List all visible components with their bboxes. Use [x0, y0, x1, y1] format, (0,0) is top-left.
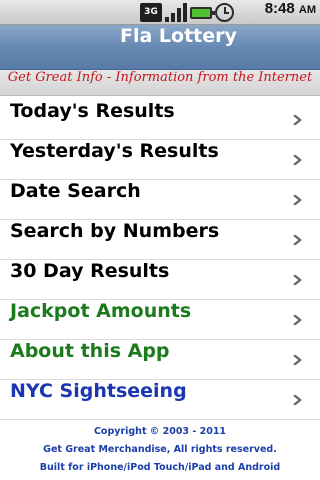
menu-item-label: NYC Sightseeing [10, 380, 187, 402]
platform-text: Built for iPhone/iPod Touch/iPad and And… [39, 462, 281, 473]
chevron-right-icon [293, 195, 302, 205]
chevron-right-icon [293, 275, 302, 285]
menu-item-label: Yesterday's Results [10, 140, 219, 162]
title-bar: Fla Lottery [0, 25, 320, 70]
status-bar: 3G 8:48 AM [0, 0, 320, 25]
signal-strength-icon [165, 3, 187, 22]
status-icons: 3G [140, 3, 234, 22]
menu-item-label: About this App [10, 340, 170, 362]
rights-text: Get Great Merchandise, All rights reserv… [43, 444, 277, 455]
menu-item-30-day-results[interactable]: 30 Day Results [0, 260, 320, 300]
chevron-right-icon [293, 155, 302, 165]
info-banner: Get Great Info - Information from the In… [0, 70, 320, 96]
menu-item-label: Search by Numbers [10, 220, 220, 242]
status-time: 8:48 [264, 0, 295, 17]
menu-list: Today's Results Yesterday's Results Date… [0, 100, 320, 420]
app-title: Fla Lottery [120, 25, 237, 47]
menu-item-label: Date Search [10, 180, 141, 202]
chevron-right-icon [293, 235, 302, 245]
copyright-text: Copyright © 2003 - 2011 [93, 426, 227, 437]
menu-item-label: Today's Results [10, 100, 175, 122]
menu-item-yesterdays-results[interactable]: Yesterday's Results [0, 140, 320, 180]
alarm-clock-icon [215, 3, 234, 22]
battery-icon [190, 6, 215, 19]
status-clock: 8:48 AM [265, 0, 316, 25]
menu-item-label: 30 Day Results [10, 260, 170, 282]
chevron-right-icon [293, 115, 302, 125]
footer: Copyright © 2003 - 2011 Get Great Mercha… [0, 423, 320, 477]
menu-item-search-by-numbers[interactable]: Search by Numbers [0, 220, 320, 260]
chevron-right-icon [293, 315, 302, 325]
network-3g-icon: 3G [140, 3, 162, 22]
menu-item-date-search[interactable]: Date Search [0, 180, 320, 220]
status-ampm: AM [298, 4, 316, 16]
menu-item-nyc-sightseeing[interactable]: NYC Sightseeing [0, 380, 320, 420]
menu-item-about-this-app[interactable]: About this App [0, 340, 320, 380]
menu-item-todays-results[interactable]: Today's Results [0, 100, 320, 140]
menu-item-label: Jackpot Amounts [10, 300, 192, 322]
chevron-right-icon [293, 395, 302, 405]
chevron-right-icon [293, 355, 302, 365]
menu-item-jackpot-amounts[interactable]: Jackpot Amounts [0, 300, 320, 340]
